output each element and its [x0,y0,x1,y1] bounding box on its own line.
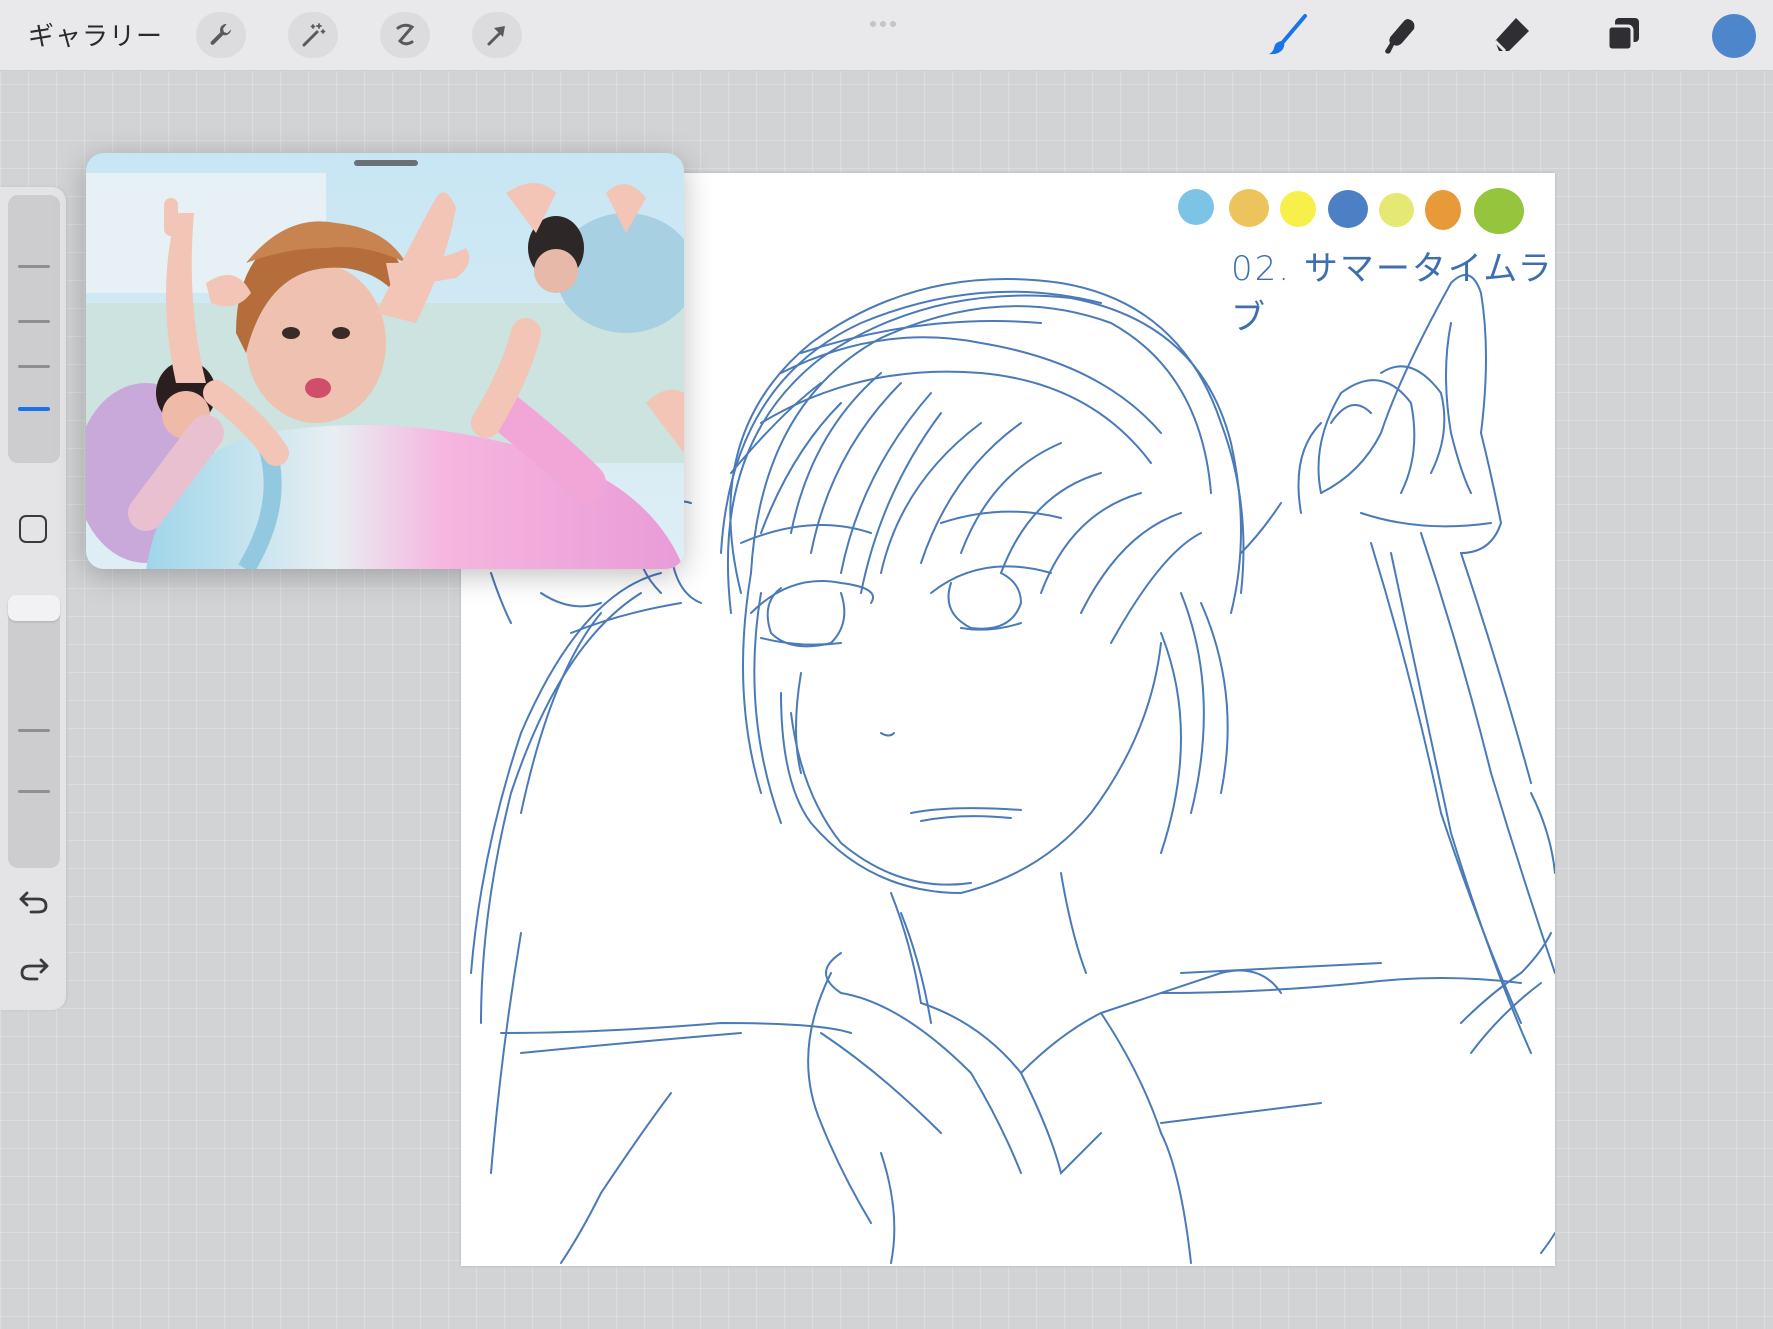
color-picker-button[interactable] [1712,14,1756,58]
brush-size-slider[interactable] [8,195,60,463]
selection-button[interactable] [380,12,430,58]
size-tick-active [18,407,50,411]
palette-swatch-green [1474,188,1524,234]
move-arrow-icon [487,26,505,46]
smudge-icon [1385,19,1415,54]
drag-handle[interactable] [870,12,904,27]
palette-swatch-mustard [1229,189,1269,227]
left-sidebar [0,187,66,1010]
eraser-icon [1493,18,1529,53]
magic-wand-icon [302,23,326,47]
undo-icon[interactable] [17,887,51,917]
modify-button[interactable] [19,515,47,543]
reference-image [86,153,684,569]
sketch-title: 02. サマータイムラブ [1231,249,1554,338]
selection-icon [396,23,415,46]
palette-swatch-lime [1379,193,1414,227]
opacity-tick [18,729,50,732]
eraser-button[interactable] [1487,12,1537,58]
palette-swatch-orange [1425,190,1461,230]
transform-button[interactable] [472,12,522,58]
layers-button[interactable] [1598,12,1648,58]
opacity-tick [18,790,50,793]
palette-swatch-yellow [1280,191,1316,227]
smudge-button[interactable] [1375,12,1425,58]
palette-swatch-light-blue [1178,189,1214,225]
brush-button[interactable] [1263,12,1313,58]
brush-icon [1269,14,1307,55]
opacity-slider-knob[interactable] [8,595,60,621]
redo-icon[interactable] [17,954,51,984]
size-tick [18,320,50,323]
wrench-icon [210,23,231,45]
top-toolbar: ギャラリー [0,0,1773,71]
actions-wrench-button[interactable] [196,12,246,58]
reference-window[interactable] [86,153,684,569]
palette-swatch-blue [1328,190,1368,228]
size-tick [18,265,50,268]
layers-icon [1606,18,1639,52]
adjustments-button[interactable] [288,12,338,58]
gallery-button[interactable]: ギャラリー [28,16,163,53]
size-tick [18,365,50,368]
reference-drag-handle[interactable] [354,160,418,166]
